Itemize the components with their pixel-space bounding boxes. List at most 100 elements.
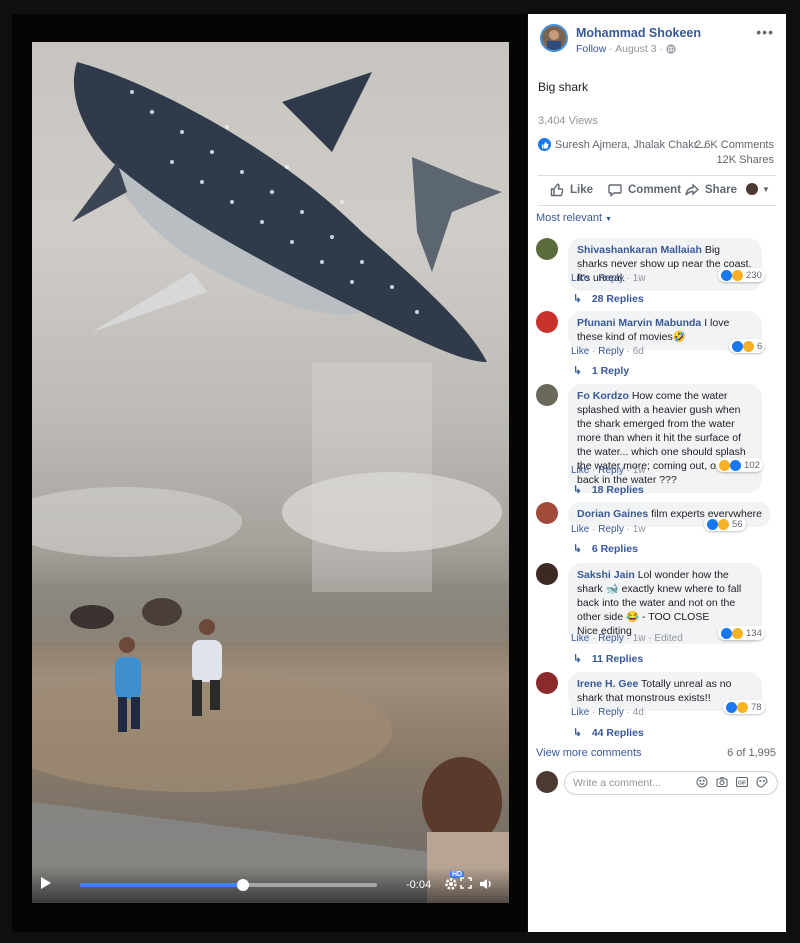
comment-reply-link[interactable]: Reply [598, 707, 624, 718]
reaction-badge[interactable]: 134 [718, 626, 765, 640]
author-name[interactable]: Mohammad Shokeen [576, 26, 701, 40]
comment-age[interactable]: 1w [633, 465, 646, 476]
commenter-name[interactable]: Sakshi Jain [577, 569, 635, 581]
reaction-count: 6 [757, 340, 763, 352]
reaction-count: 78 [751, 701, 762, 713]
comments-count[interactable]: 2.6K Comments [695, 138, 774, 153]
haha-emoji-icon [732, 269, 743, 281]
emoji-icon[interactable] [696, 776, 708, 788]
like-icon [550, 183, 564, 197]
shares-count[interactable]: 12K Shares [695, 153, 774, 168]
view-replies[interactable]: ↳ 18 Replies [573, 484, 644, 496]
comment-age[interactable]: 1w [633, 633, 646, 644]
commenter-avatar[interactable] [536, 238, 558, 260]
comment-item: Irene H. Gee Totally unreal as no shark … [536, 672, 782, 742]
video-player[interactable]: -0:04 HD [32, 42, 509, 903]
author-avatar[interactable] [540, 24, 568, 52]
view-replies[interactable]: ↳ 44 Replies [573, 727, 644, 739]
commenter-avatar[interactable] [536, 502, 558, 524]
commenter-name[interactable]: Pfunani Marvin Mabunda [577, 317, 701, 329]
view-replies[interactable]: ↳ 1 Reply [573, 365, 629, 377]
video-controls: -0:04 HD [32, 867, 509, 903]
view-replies[interactable]: ↳ 6 Replies [573, 543, 638, 555]
reply-arrow-icon: ↳ [573, 484, 582, 496]
follow-link[interactable]: Follow [576, 43, 606, 55]
like-button[interactable]: Like [550, 183, 593, 197]
comment-age[interactable]: 6d [633, 346, 644, 357]
settings-icon[interactable]: HD [444, 871, 465, 893]
comment-like-link[interactable]: Like [571, 465, 589, 476]
comment-meta: Like · Reply · 1w · Edited [571, 633, 683, 644]
profile-thumb [746, 183, 758, 195]
play-icon[interactable] [40, 876, 60, 896]
volume-icon[interactable] [479, 877, 495, 893]
like-emoji-icon [721, 627, 732, 639]
reaction-badge[interactable]: 56 [704, 517, 746, 531]
post-header: Mohammad Shokeen Follow · August 3 · ••• [528, 14, 786, 58]
commenter-avatar[interactable] [536, 311, 558, 333]
comment-like-link[interactable]: Like [571, 633, 589, 644]
haha-emoji-icon [737, 701, 748, 713]
view-replies[interactable]: ↳ 11 Replies [573, 653, 643, 665]
comment-reply-link[interactable]: Reply [598, 524, 624, 535]
commenter-avatar[interactable] [536, 563, 558, 585]
fullscreen-icon[interactable] [460, 877, 476, 893]
like-emoji-icon [726, 701, 737, 713]
chevron-down-icon: ▼ [605, 216, 613, 223]
edited-label[interactable]: Edited [654, 633, 682, 644]
comment-like-link[interactable]: Like [571, 524, 589, 535]
more-options-button[interactable]: ••• [756, 24, 774, 40]
reaction-badge[interactable]: 6 [729, 339, 766, 353]
haha-emoji-icon [719, 459, 730, 471]
video-progress-handle[interactable] [237, 879, 250, 891]
comment-text: monstrous exists!! [626, 692, 711, 704]
camera-icon[interactable] [716, 776, 728, 788]
reaction-badge[interactable]: 102 [716, 458, 763, 472]
commenter-avatar[interactable] [536, 672, 558, 694]
gif-icon[interactable]: GIF [735, 776, 749, 788]
commenter-name[interactable]: Fo Kordzo [577, 390, 629, 402]
share-label: Share [705, 184, 737, 196]
comment-reply-link[interactable]: Reply [598, 346, 624, 357]
comments-page-count: 6 of 1,995 [727, 747, 776, 759]
divider [538, 175, 776, 176]
comment-meta: Like · Reply · 1w [571, 273, 646, 284]
comment-like-link[interactable]: Like [571, 273, 589, 284]
comment-like-link[interactable]: Like [571, 346, 589, 357]
replies-label: 1 Reply [591, 365, 630, 377]
reaction-badge[interactable]: 230 [718, 268, 765, 282]
comment-age[interactable]: 1w [633, 273, 646, 284]
comment-age[interactable]: 1w [633, 524, 646, 535]
commenter-name[interactable]: Dorian Gaines [577, 508, 648, 520]
commenter-name[interactable]: Irene H. Gee [577, 678, 638, 690]
reactions-summary[interactable]: Suresh Ajmera, Jhalak Chakr... [538, 138, 706, 151]
divider [538, 205, 776, 206]
share-button[interactable]: Share [685, 183, 737, 197]
post-date[interactable]: August 3 [615, 43, 656, 55]
comment-button[interactable]: Comment [608, 183, 681, 197]
reply-arrow-icon: ↳ [573, 653, 582, 665]
like-emoji-icon [730, 459, 741, 471]
svg-text:GIF: GIF [738, 781, 746, 787]
comment-reply-link[interactable]: Reply [598, 633, 624, 644]
sticker-icon[interactable] [756, 776, 768, 788]
view-replies[interactable]: ↳ 28 Replies [573, 293, 644, 305]
comment-sort-dropdown[interactable]: Most relevant ▼ [536, 212, 612, 224]
video-time: -0:04 [406, 879, 432, 891]
comment-reply-link[interactable]: Reply [598, 273, 624, 284]
comment-like-link[interactable]: Like [571, 707, 589, 718]
like-label: Like [570, 184, 594, 196]
video-progress-track[interactable] [80, 879, 377, 891]
reaction-badge[interactable]: 78 [723, 700, 765, 714]
video-progress-fill [80, 883, 244, 887]
commenter-name[interactable]: Shivashankaran Mallaiah [577, 244, 702, 256]
comment-reply-link[interactable]: Reply [598, 465, 624, 476]
commenter-avatar[interactable] [536, 384, 558, 406]
reply-arrow-icon: ↳ [573, 727, 582, 739]
react-as-selector[interactable]: ▼ [746, 183, 770, 195]
like-reaction-icon [538, 138, 551, 151]
replies-label: 6 Replies [591, 543, 638, 555]
view-more-comments-link[interactable]: View more comments [536, 747, 642, 759]
comment-age[interactable]: 4d [633, 707, 644, 718]
reaction-count: 230 [746, 269, 762, 281]
